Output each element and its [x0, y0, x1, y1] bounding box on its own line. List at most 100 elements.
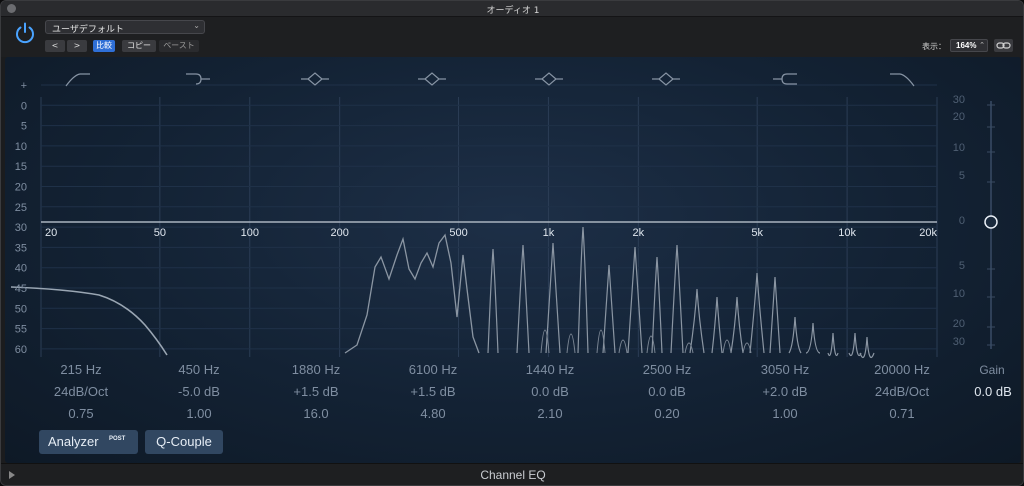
left-scale-label: 20: [15, 182, 27, 194]
band-1-freq[interactable]: 215 Hz: [31, 362, 131, 377]
next-preset-button[interactable]: >: [67, 40, 87, 52]
bell-icon[interactable]: [535, 72, 563, 86]
band-2-slope[interactable]: -5.0 dB: [149, 384, 249, 399]
high-shelf-icon[interactable]: [773, 73, 797, 85]
band-3-slope[interactable]: +1.5 dB: [266, 384, 366, 399]
band-3-q[interactable]: 16.0: [266, 406, 366, 421]
band-4-q[interactable]: 4.80: [383, 406, 483, 421]
paste-button[interactable]: ペースト: [159, 40, 199, 52]
q-couple-button[interactable]: Q-Couple: [145, 430, 223, 454]
band-8-q[interactable]: 0.71: [852, 406, 952, 421]
frequency-tick-label: 20k: [919, 227, 937, 239]
eq-panel: +051015202530354045505560-30201050510203…: [5, 57, 1021, 463]
analyzer-spectrum: [711, 296, 723, 354]
analyzer-spectrum: [689, 288, 705, 354]
frequency-tick-label: 5k: [751, 227, 763, 239]
analyzer-spectrum: [788, 316, 802, 354]
title-bar: オーディオ 1: [1, 1, 1023, 17]
band-6-q[interactable]: 0.20: [617, 406, 717, 421]
analyzer-spectrum: [516, 244, 530, 354]
right-scale-label: 0: [959, 215, 965, 227]
band-7-q[interactable]: 1.00: [735, 406, 835, 421]
plugin-name: Channel EQ: [480, 468, 546, 482]
copy-button[interactable]: コピー: [122, 40, 156, 52]
left-scale-label: 30: [15, 222, 27, 234]
power-icon[interactable]: [13, 21, 37, 45]
analyzer-spectrum: [722, 339, 732, 354]
preset-dropdown[interactable]: ユーザデフォルト ⌄: [45, 20, 205, 35]
left-scale-label: 45: [15, 283, 27, 295]
band-2-freq[interactable]: 450 Hz: [149, 362, 249, 377]
analyzer-button[interactable]: Analyzer POST: [39, 430, 138, 454]
left-scale-label: 55: [15, 324, 27, 336]
frequency-tick-label: 50: [154, 227, 166, 239]
band-4-freq[interactable]: 6100 Hz: [383, 362, 483, 377]
band-6-slope[interactable]: 0.0 dB: [617, 384, 717, 399]
compare-button[interactable]: 比較: [93, 40, 115, 52]
analyzer-label: Analyzer: [48, 434, 99, 449]
band-4-slope[interactable]: +1.5 dB: [383, 384, 483, 399]
analyzer-spectrum: [577, 226, 589, 354]
low-pass-icon[interactable]: [890, 73, 915, 87]
chevron-down-icon: ⌄: [193, 21, 200, 30]
gain-slider-handle[interactable]: [984, 215, 998, 229]
band-1-q[interactable]: 0.75: [31, 406, 131, 421]
frequency-tick-label: 1k: [543, 227, 555, 239]
analyzer-spectrum: [618, 339, 628, 354]
band-8-slope[interactable]: 24dB/Oct: [852, 384, 952, 399]
band-3-freq[interactable]: 1880 Hz: [266, 362, 366, 377]
footer-bar: Channel EQ: [1, 463, 1023, 485]
right-scale-label: 30: [953, 336, 965, 348]
left-scale-label: 15: [15, 161, 27, 173]
frequency-tick-label: 200: [330, 227, 348, 239]
eq-graph[interactable]: +051015202530354045505560-30201050510203…: [5, 57, 1021, 367]
left-scale-label: -: [23, 364, 27, 367]
left-scale-label: +: [21, 80, 27, 92]
right-scale-label: 30: [953, 94, 965, 106]
band-8-freq[interactable]: 20000 Hz: [852, 362, 952, 377]
gain-label: Gain: [979, 363, 1005, 377]
band-6-freq[interactable]: 2500 Hz: [617, 362, 717, 377]
band-5-q[interactable]: 2.10: [500, 406, 600, 421]
left-scale-label: 35: [15, 242, 27, 254]
gain-value[interactable]: 0.0 dB: [963, 384, 1023, 399]
analyzer-spectrum: [487, 248, 499, 354]
analyzer-spectrum: [730, 296, 744, 354]
left-scale-label: 60: [15, 344, 27, 356]
plugin-header: ユーザデフォルト ⌄ < > 比較 コピー ペースト 表示： 164% ⌃: [1, 17, 1023, 57]
band-5-freq[interactable]: 1440 Hz: [500, 362, 600, 377]
band-7-slope[interactable]: +2.0 dB: [735, 384, 835, 399]
right-scale-label: 20: [953, 111, 965, 123]
right-scale-label: 10: [953, 288, 965, 300]
band-1-slope[interactable]: 24dB/Oct: [31, 384, 131, 399]
right-scale-label: 10: [953, 142, 965, 154]
left-scale-label: 10: [15, 141, 27, 153]
band-2-q[interactable]: 1.00: [149, 406, 249, 421]
right-scale-label: 5: [959, 170, 965, 182]
analyzer-spectrum: [651, 256, 663, 354]
zoom-select[interactable]: 164% ⌃: [950, 39, 988, 52]
band-7-freq[interactable]: 3050 Hz: [735, 362, 835, 377]
link-icon[interactable]: [994, 39, 1013, 52]
bell-icon[interactable]: [301, 72, 329, 86]
bell-icon[interactable]: [418, 72, 446, 86]
analyzer-spectrum: [646, 335, 656, 354]
right-scale-label: 20: [953, 318, 965, 330]
bell-icon[interactable]: [652, 72, 680, 86]
right-scale-label: 5: [959, 260, 965, 272]
low-shelf-icon[interactable]: [186, 73, 210, 85]
analyzer-spectrum: [670, 244, 684, 354]
left-scale-label: 40: [15, 263, 27, 275]
stepper-icon: ⌃: [979, 42, 985, 49]
frequency-tick-label: 20: [45, 227, 57, 239]
analyzer-spectrum: [566, 333, 576, 354]
high-pass-icon[interactable]: [65, 73, 90, 87]
previous-preset-button[interactable]: <: [45, 40, 65, 52]
analyzer-spectrum: [627, 246, 643, 354]
left-scale-label: 25: [15, 202, 27, 214]
band-5-slope[interactable]: 0.0 dB: [500, 384, 600, 399]
analyzer-spectrum: [859, 336, 875, 358]
left-scale-label: 0: [21, 100, 27, 112]
preset-label: ユーザデフォルト: [52, 25, 124, 35]
post-badge: POST: [109, 436, 126, 442]
